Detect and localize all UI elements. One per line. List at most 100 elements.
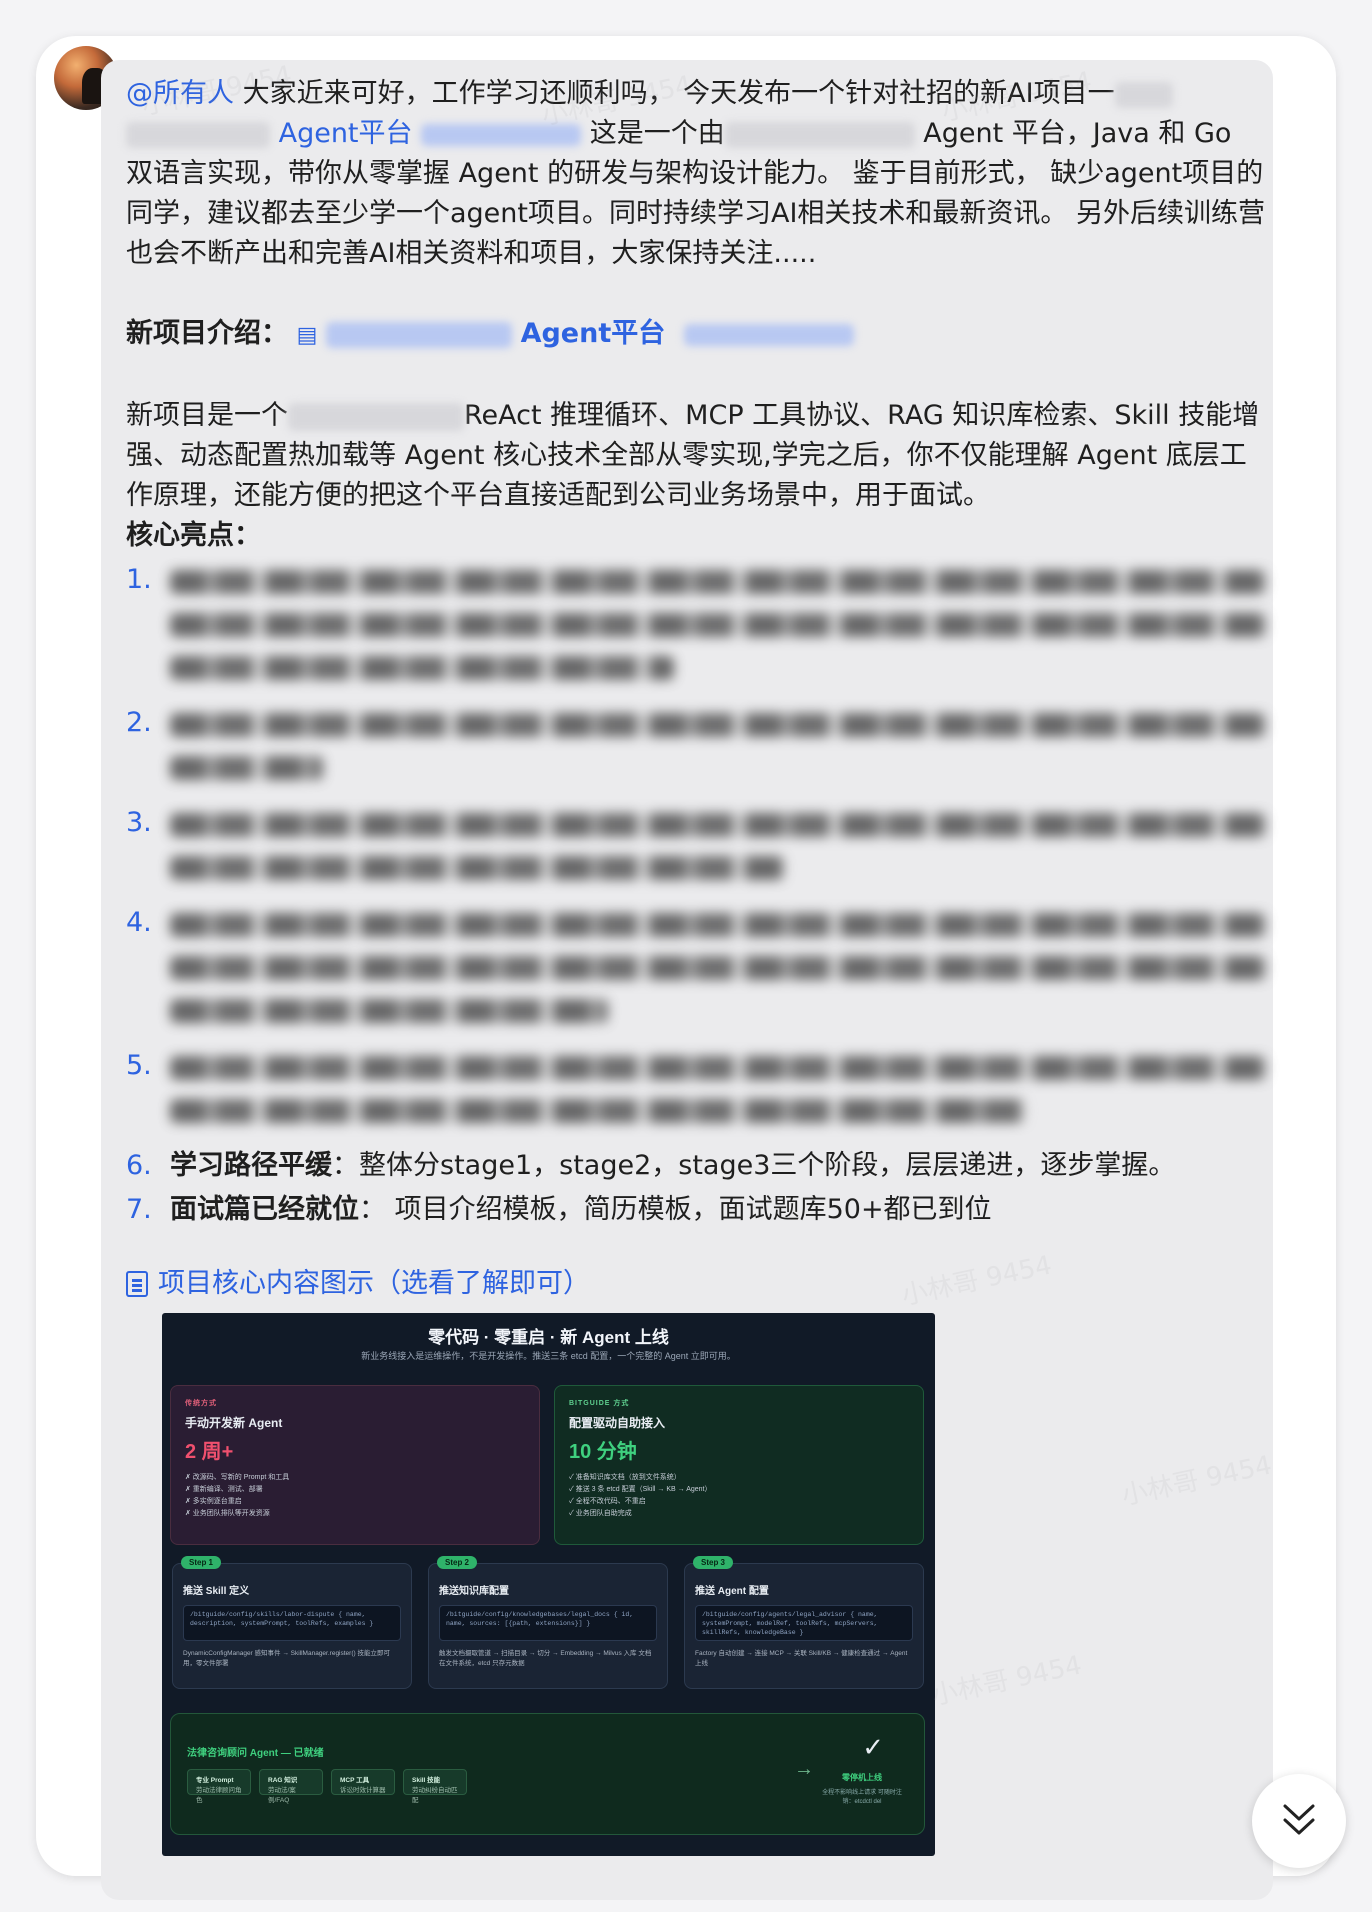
list-item: 5.: [126, 1046, 1266, 1142]
chip-title: Skill 技能: [412, 1777, 441, 1784]
launch-label: 零停机上线: [842, 1773, 882, 1782]
step-heading: 推送知识库配置: [439, 1586, 509, 1597]
bitguide-box: BITGUIDE 方式 配置驱动自助接入 10 分钟 ✓ 准备知识库文档（放到文…: [554, 1385, 924, 1545]
poster-subtitle: 新业务线接入是运维操作，不是开发操作。推送三条 etcd 配置，一个完整的 Ag…: [361, 1351, 736, 1361]
capability-chip: RAG 知识劳动法/案例/FAQ: [259, 1769, 323, 1804]
double-chevron-down-icon: [1283, 1804, 1315, 1835]
capability-chip: 专业 Prompt 劳动法律顾问角色: [187, 1769, 251, 1804]
step-card: Step 1 推送 Skill 定义 /bitguide/config/skil…: [172, 1556, 412, 1689]
step-code: /bitguide/config/skills/labor-dispute { …: [183, 1605, 401, 1641]
bitguide-duration: 10 分钟: [569, 1441, 637, 1463]
new-project-link[interactable]: Agent平台: [521, 318, 666, 349]
highlights-list: 1. 2. 3. 4. 5. 6. 学习路径平缓：整体分stage1，stage…: [126, 560, 1266, 1230]
bitguide-tag: BITGUIDE 方式: [569, 1400, 630, 1407]
highlight-bold: 面试篇已经就位: [170, 1194, 359, 1225]
bitguide-heading: 配置驱动自助接入: [569, 1416, 666, 1430]
bitguide-line: ✓ 业务团队自助完成: [569, 1510, 632, 1517]
intro-paragraph: @所有人 大家近来可好，工作学习还顺利吗， 今天发布一个针对社招的新AI项目一 …: [126, 74, 1266, 274]
redacted-item: [170, 903, 1266, 1042]
traditional-tag: 传统方式: [185, 1400, 217, 1407]
agent-platform-link[interactable]: Agent平台: [279, 118, 413, 149]
step-pill: Step 2: [437, 1556, 478, 1569]
final-agent-box: 法律咨询顾问 Agent — 已就绪 专业 Prompt 劳动法律顾问角色 RAG…: [170, 1713, 925, 1835]
redacted-text: [126, 121, 270, 148]
project-diagram-image[interactable]: 零代码 · 零重启 · 新 Agent 上线 新业务线接入是运维操作，不是开发操…: [162, 1313, 935, 1856]
traditional-heading: 手动开发新 Agent: [185, 1416, 283, 1430]
redacted-item: [170, 703, 1266, 799]
traditional-line: ✗ 业务团队排队等开发资源: [185, 1510, 270, 1517]
step-heading: 推送 Skill 定义: [183, 1586, 250, 1597]
list-item: 6. 学习路径平缓：整体分stage1，stage2，stage3三个阶段，层层…: [126, 1146, 1266, 1186]
bitguide-line: ✓ 准备知识库文档（放到文件系统）: [569, 1474, 681, 1481]
chip-title: RAG 知识: [268, 1777, 298, 1784]
step-card: Step 3 推送 Agent 配置 /bitguide/config/agen…: [684, 1556, 924, 1689]
redacted-item: [170, 1046, 1266, 1142]
traditional-line: ✗ 改源码、写新的 Prompt 和工具: [185, 1474, 290, 1481]
new-project-label: 新项目介绍：: [126, 318, 288, 349]
mention-all[interactable]: @所有人: [126, 78, 234, 109]
redacted-item: [170, 560, 1266, 699]
list-number: 1.: [126, 564, 152, 595]
intro-text-2: 这是一个由: [589, 118, 725, 149]
capability-chip: MCP 工具诉讼时效计算器: [331, 1769, 395, 1795]
traditional-line: ✗ 重新编译、测试、部署: [185, 1486, 263, 1493]
step-pill: Step 1: [181, 1556, 222, 1569]
step-code: /bitguide/config/knowledgebases/legal_do…: [439, 1605, 657, 1641]
list-item: 7. 面试篇已经就位： 项目介绍模板，简历模板，面试题库50+都已到位: [126, 1190, 1266, 1230]
step-pill: Step 3: [693, 1556, 734, 1569]
message-content: @所有人 大家近来可好，工作学习还顺利吗， 今天发布一个针对社招的新AI项目一 …: [126, 74, 1266, 1304]
document-icon: [126, 1271, 148, 1297]
capability-chip: Skill 技能劳动纠纷自动匹配: [403, 1769, 467, 1804]
chip-title: 专业 Prompt: [196, 1777, 234, 1784]
final-heading: 法律咨询顾问 Agent — 已就绪: [187, 1748, 324, 1759]
redacted-link: [325, 321, 512, 348]
list-number: 7.: [126, 1194, 152, 1225]
desc-text-1: 新项目是一个: [126, 400, 288, 431]
chip-sub: 诉讼时效计算器: [340, 1787, 386, 1794]
step-card: Step 2 推送知识库配置 /bitguide/config/knowledg…: [428, 1556, 668, 1689]
highlight-text: ：整体分stage1，stage2，stage3三个阶段，层层递进，逐步掌握。: [332, 1150, 1176, 1181]
list-item: 2.: [126, 703, 1266, 799]
doc-icon: ▤: [296, 323, 318, 348]
redacted-item: [170, 803, 1266, 899]
traditional-duration: 2 周+: [185, 1441, 234, 1463]
list-number: 6.: [126, 1150, 152, 1181]
project-description: 新项目是一个 ReAct 推理循环、MCP 工具协议、RAG 知识库检索、Skil…: [126, 396, 1266, 516]
traditional-box: 传统方式 手动开发新 Agent 2 周+ ✗ 改源码、写新的 Prompt 和…: [170, 1385, 540, 1545]
redacted-text: [1114, 81, 1173, 108]
highlight-bold: 学习路径平缓: [170, 1150, 332, 1181]
step-code: /bitguide/config/agents/legal_advisor { …: [695, 1605, 913, 1641]
checkmark-icon: ✓: [862, 1732, 884, 1762]
highlight-text: ： 项目介绍模板，简历模板，面试题库50+都已到位: [359, 1194, 992, 1225]
list-item: 3.: [126, 803, 1266, 899]
new-project-line: 新项目介绍： ▤ Agent平台: [126, 314, 1266, 356]
redacted-text: [288, 402, 464, 431]
chip-sub: 劳动法/案例/FAQ: [268, 1787, 296, 1804]
list-number: 2.: [126, 707, 152, 738]
bitguide-line: ✓ 全程不改代码、不重启: [569, 1498, 646, 1505]
highlights-title: 核心亮点：: [126, 520, 261, 551]
redacted-link: [683, 323, 854, 346]
launch-sub: 全程不影响线上请求 可随时注销：etcdctl del: [822, 1790, 902, 1805]
poster-title: 零代码 · 零重启 · 新 Agent 上线: [428, 1328, 669, 1347]
redacted-text: [724, 121, 915, 148]
step-heading: 推送 Agent 配置: [695, 1586, 769, 1597]
bitguide-line: ✓ 推送 3 条 etcd 配置（Skill → KB → Agent）: [569, 1486, 712, 1493]
doc-link-label: 项目核心内容图示（选看了解即可）: [158, 1268, 590, 1299]
arrow-icon: →: [794, 1758, 814, 1780]
step-note: DynamicConfigManager 感知事件 → SkillManager…: [183, 1650, 390, 1667]
redacted-link: [421, 123, 582, 146]
chip-sub: 劳动纠纷自动匹配: [412, 1787, 458, 1804]
step-note: 触发文档摄取管道 → 扫描目录 → 切分 → Embedding → Milvu…: [439, 1650, 652, 1667]
chip-title: MCP 工具: [340, 1777, 370, 1784]
step-note: Factory 自动创建 → 连接 MCP → 关联 Skill/KB → 健康…: [695, 1650, 908, 1667]
list-item: 4.: [126, 903, 1266, 1042]
scroll-to-bottom-button[interactable]: [1252, 1774, 1346, 1868]
list-number: 5.: [126, 1050, 152, 1081]
launch-status: 零停机上线 全程不影响线上请求 可随时注销：etcdctl del: [822, 1772, 902, 1805]
list-number: 4.: [126, 907, 152, 938]
chip-sub: 劳动法律顾问角色: [196, 1787, 242, 1804]
core-content-doc-link[interactable]: 项目核心内容图示（选看了解即可）: [126, 1264, 1266, 1304]
traditional-line: ✗ 多实例逐台重启: [185, 1498, 242, 1505]
list-item: 1.: [126, 560, 1266, 699]
